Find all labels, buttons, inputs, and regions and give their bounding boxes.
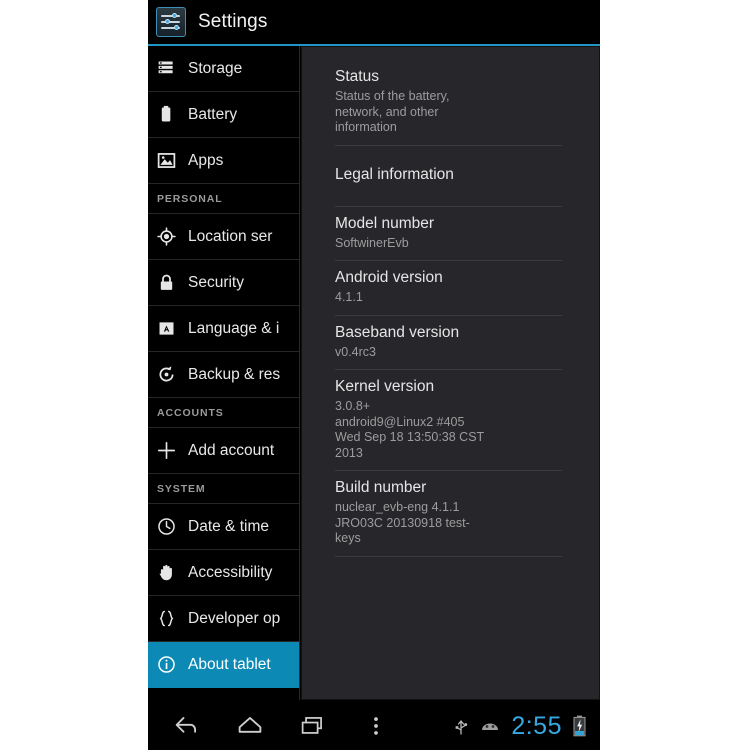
sidebar-item-label: Storage	[188, 59, 243, 77]
sidebar-item-battery[interactable]: Battery	[148, 92, 299, 138]
about-tablet-panel: Status Status of the battery, network, an…	[300, 46, 600, 700]
sidebar-section-header: ACCOUNTS	[148, 398, 299, 428]
about-row[interactable]: Android version 4.1.1	[335, 261, 562, 316]
system-navigation-bar: 2:55	[148, 700, 600, 750]
sidebar-item-add-account[interactable]: Add account	[148, 428, 299, 474]
sidebar-item-label: Accessibility	[188, 563, 273, 581]
sidebar-section-label: ACCOUNTS	[157, 406, 224, 419]
sidebar-section-label: SYSTEM	[157, 482, 206, 495]
sidebar-section-header: SYSTEM	[148, 474, 299, 504]
about-row-value: 3.0.8+ android9@Linux2 #405 Wed Sep 18 1…	[335, 399, 485, 460]
hand-icon	[156, 562, 177, 583]
sidebar-item-label: Battery	[188, 105, 238, 123]
device-screen: Settings Storage Battery Apps PERSONAL Locat…	[148, 0, 600, 750]
backup-reset-icon	[156, 364, 177, 385]
battery-charging-icon	[573, 715, 586, 737]
sidebar-item-developer-op[interactable]: Developer op	[148, 596, 299, 642]
about-row[interactable]: Status Status of the battery, network, an…	[335, 60, 562, 146]
lock-icon	[156, 272, 177, 293]
about-row[interactable]: Model number SoftwinerEvb	[335, 207, 562, 261]
sidebar-item-label: Location ser	[188, 227, 273, 245]
language-icon	[156, 318, 177, 339]
sidebar-item-backup-res[interactable]: Backup & res	[148, 352, 299, 398]
about-row[interactable]: Legal information	[335, 146, 562, 207]
plus-icon	[156, 440, 177, 461]
about-row-value: SoftwinerEvb	[335, 235, 409, 250]
about-row[interactable]: Build number nuclear_evb-eng 4.1.1 JRO03C…	[335, 471, 562, 557]
about-row-title: Legal information	[335, 165, 454, 183]
sidebar-section-label: PERSONAL	[157, 192, 223, 205]
sidebar-item-storage[interactable]: Storage	[148, 46, 299, 92]
location-icon	[156, 226, 177, 247]
about-row-title: Model number	[335, 214, 435, 232]
sidebar-item-apps[interactable]: Apps	[148, 138, 299, 184]
about-row-value: Status of the battery, network, and othe…	[335, 89, 450, 134]
recents-icon[interactable]	[298, 711, 328, 741]
sidebar-item-date-time[interactable]: Date & time	[148, 504, 299, 550]
app-title-bar: Settings	[148, 0, 600, 44]
sidebar-item-security[interactable]: Security	[148, 260, 299, 306]
about-row-title: Status	[335, 68, 379, 85]
sidebar-item-about-tablet[interactable]: About tablet	[148, 642, 299, 688]
usb-icon	[453, 716, 469, 736]
about-row-title: Kernel version	[335, 378, 435, 395]
about-row-title: Android version	[335, 269, 443, 286]
sidebar-item-label: Language & i	[188, 319, 280, 337]
about-row[interactable]: Kernel version 3.0.8+ android9@Linux2 #40…	[335, 370, 562, 471]
android-debug-icon	[480, 719, 500, 734]
sidebar-section-header: PERSONAL	[148, 184, 299, 214]
status-clock: 2:55	[511, 711, 562, 740]
page-title: Settings	[198, 11, 268, 32]
info-icon	[156, 654, 177, 675]
sidebar-item-accessibility[interactable]: Accessibility	[148, 550, 299, 596]
overflow-menu-icon[interactable]	[361, 711, 391, 741]
about-row-value: nuclear_evb-eng 4.1.1 JRO03C 20130918 te…	[335, 500, 470, 545]
sidebar-item-label: Add account	[188, 441, 275, 459]
sidebar-item-label: Security	[188, 273, 244, 291]
about-row[interactable]: Baseband version v0.4rc3	[335, 316, 562, 370]
back-icon[interactable]	[172, 711, 202, 741]
sidebar-item-label: Backup & res	[188, 365, 281, 383]
battery-icon	[156, 104, 177, 125]
sidebar-item-label: About tablet	[188, 655, 271, 673]
about-row-title: Baseband version	[335, 323, 460, 341]
clock-icon	[156, 516, 177, 537]
about-row-value: v0.4rc3	[335, 344, 376, 359]
sidebar-item-label: Developer op	[188, 609, 281, 627]
sliders-icon	[156, 7, 186, 37]
about-row-title: Build number	[335, 479, 427, 496]
sidebar-item-label: Apps	[188, 151, 224, 169]
apps-image-icon	[156, 150, 177, 171]
sidebar-item-location-ser[interactable]: Location ser	[148, 214, 299, 260]
storage-icon	[156, 58, 177, 79]
sidebar-item-language-i[interactable]: Language & i	[148, 306, 299, 352]
about-row-value: 4.1.1	[335, 290, 363, 304]
settings-sidebar[interactable]: Storage Battery Apps PERSONAL Location ser Se…	[148, 46, 300, 700]
braces-icon	[156, 608, 177, 629]
home-icon[interactable]	[235, 711, 265, 741]
sidebar-item-label: Date & time	[188, 517, 269, 535]
